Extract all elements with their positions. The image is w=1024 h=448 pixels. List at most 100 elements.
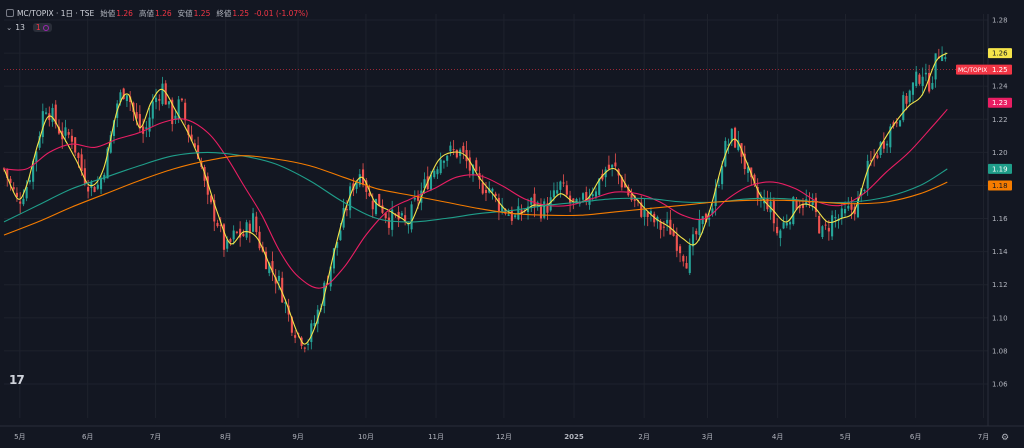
candle-up	[442, 160, 445, 163]
candle-up	[898, 120, 902, 127]
candle-up	[45, 112, 48, 114]
candle-down	[12, 187, 15, 190]
y-tick-label: 1.08	[992, 347, 1008, 355]
candle-up	[931, 82, 934, 89]
candle-up	[161, 83, 164, 105]
low-label: 安値	[177, 8, 193, 18]
price-label-value: 1.25	[992, 66, 1008, 74]
candle-up	[821, 226, 824, 238]
price-chart[interactable]: 1.28 1.26 1.24 1.22 1.20 1.18 1.16 1.14 1.12 1.10…	[0, 0, 1024, 448]
x-tick-label: 4月	[772, 433, 783, 441]
open-label: 始値	[100, 8, 116, 18]
x-tick-label: 2025	[564, 433, 584, 441]
candle-up	[866, 160, 869, 189]
candle-up	[782, 222, 785, 229]
indicator-toggle[interactable]: ⌄ 13 1	[6, 23, 52, 32]
candle-up	[507, 214, 510, 216]
candle-up	[436, 169, 439, 175]
candle-down	[497, 197, 500, 212]
candle-up	[549, 197, 552, 211]
x-tick-label: 7月	[150, 433, 161, 441]
candle-down	[387, 217, 390, 228]
candle-down	[918, 74, 921, 84]
candle-up	[517, 206, 520, 220]
candle-up	[410, 204, 413, 230]
candle-up	[701, 216, 704, 224]
symbol-header: MC/TOPIX · 1日 · TSE 始値 1.26 高値 1.26 安値 1.25…	[6, 6, 308, 20]
candle-up	[151, 101, 154, 119]
candle-down	[679, 246, 682, 254]
candle-down	[80, 154, 83, 172]
candle-up	[591, 194, 594, 196]
y-tick-label: 1.10	[992, 314, 1008, 322]
candle-down	[685, 262, 688, 269]
candle-up	[41, 111, 44, 138]
candle-down	[180, 98, 183, 101]
candle-up	[400, 213, 403, 216]
open-value: 1.26	[116, 8, 133, 18]
candle-up	[847, 205, 850, 209]
tradingview-logo[interactable]: 17	[9, 373, 25, 387]
candle-down	[242, 233, 245, 237]
candle-up	[666, 219, 669, 224]
candle-down	[303, 347, 306, 349]
candle-up	[491, 188, 494, 192]
candle-down	[481, 182, 484, 194]
candle-down	[905, 95, 908, 104]
gear-icon[interactable]: ⚙	[1001, 433, 1009, 443]
candle-up	[446, 155, 449, 161]
candle-down	[67, 132, 70, 135]
symbol-title[interactable]: MC/TOPIX · 1日 · TSE	[17, 8, 94, 19]
candle-down	[235, 231, 238, 233]
candle-down	[494, 193, 497, 196]
candle-up	[64, 127, 67, 136]
candle-up	[708, 217, 711, 220]
candle-up	[407, 224, 410, 226]
y-tick-label: 1.12	[992, 281, 1008, 289]
candle-down	[294, 335, 297, 338]
candle-up	[559, 181, 562, 190]
candle-down	[229, 239, 232, 242]
candle-down	[572, 198, 575, 201]
candle-down	[70, 135, 73, 142]
candle-up	[924, 72, 927, 75]
candle-up	[154, 97, 158, 103]
chevron-down-icon[interactable]: ⌄	[6, 23, 12, 32]
candle-up	[51, 107, 54, 122]
x-tick-label: 5月	[14, 433, 25, 441]
y-tick-label: 1.06	[992, 381, 1008, 389]
x-tick-label: 6月	[82, 433, 93, 441]
low-value: 1.25	[193, 8, 211, 18]
close-label: 終値	[216, 8, 232, 18]
candle-down	[662, 226, 665, 228]
candle-down	[876, 155, 879, 159]
candle-down	[614, 162, 617, 167]
candle-down	[255, 216, 258, 233]
candle-down	[682, 255, 685, 262]
candle-down	[345, 209, 348, 211]
candle-down	[142, 126, 145, 134]
candle-up	[908, 90, 911, 103]
candle-up	[167, 101, 171, 105]
candle-up	[944, 57, 947, 59]
candle-up	[915, 71, 918, 87]
candle-up	[148, 117, 151, 132]
candle-up	[788, 221, 792, 225]
candle-up	[99, 178, 103, 190]
candle-up	[779, 230, 782, 239]
candle-up	[785, 222, 788, 226]
candle-down	[77, 153, 80, 159]
candle-up	[310, 323, 313, 343]
candle-up	[96, 184, 99, 189]
close-value: 1.25	[232, 8, 250, 18]
candle-down	[675, 235, 678, 251]
candle-down	[827, 227, 830, 232]
candle-up	[277, 275, 281, 282]
y-tick-label: 1.14	[992, 248, 1008, 256]
symbol-logo-icon[interactable]	[6, 9, 14, 17]
alert-badge[interactable]: 1	[32, 23, 52, 32]
candle-up	[90, 182, 93, 188]
candle-up	[698, 219, 701, 236]
indicator-count: 13	[15, 23, 25, 32]
candle-down	[93, 186, 96, 193]
